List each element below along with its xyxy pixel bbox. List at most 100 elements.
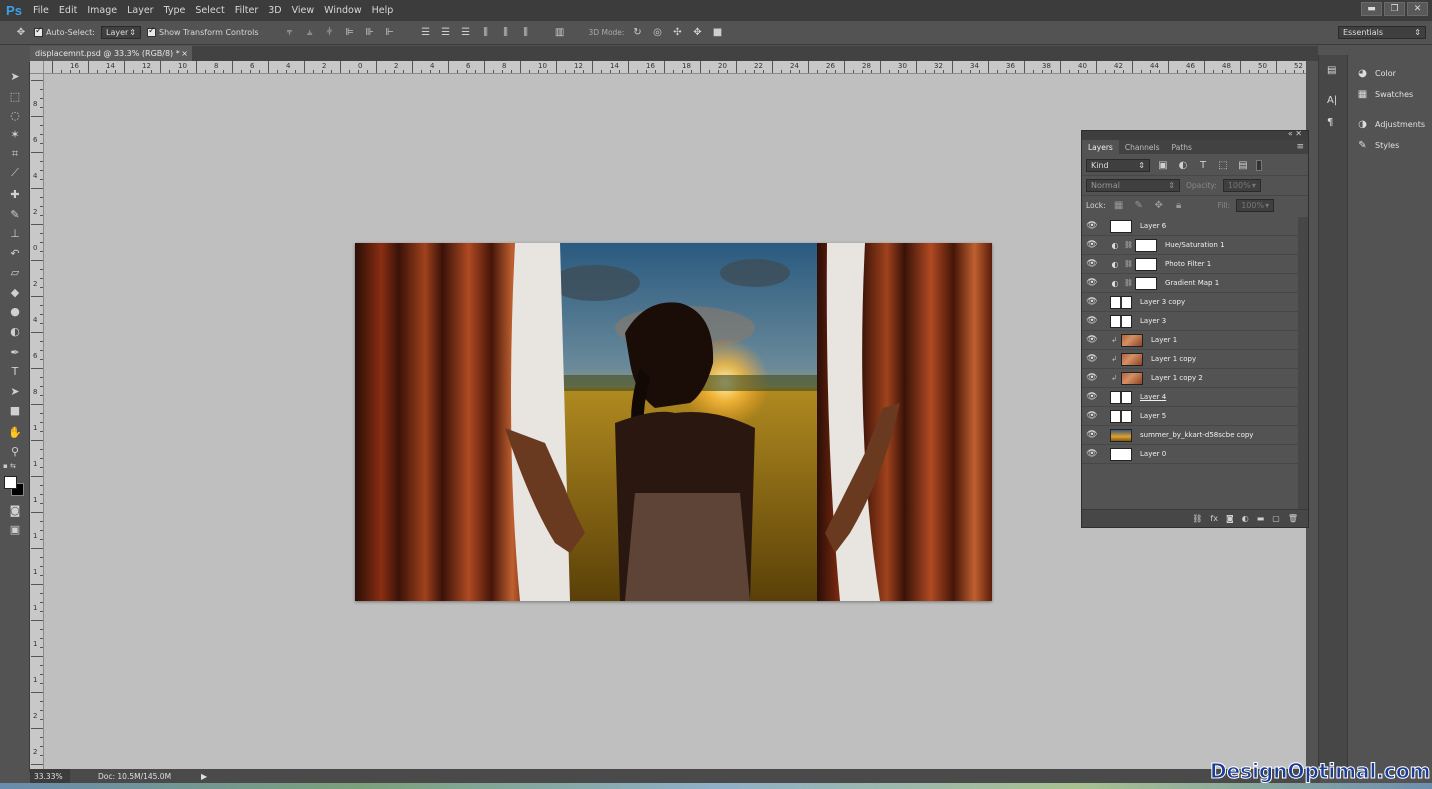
add-mask-icon[interactable]: ◙ xyxy=(1226,514,1234,523)
workspace-dropdown[interactable]: Essentials ⇕ xyxy=(1338,26,1426,39)
link-layers-icon[interactable]: ⛓︎ xyxy=(1192,514,1202,523)
status-menu-arrow-icon[interactable]: ▶ xyxy=(201,772,207,781)
close-button[interactable]: ✕ xyxy=(1407,2,1428,16)
menu-help[interactable]: Help xyxy=(367,5,399,16)
move-tool-icon[interactable]: ➤ xyxy=(6,68,24,84)
panel-menu-icon[interactable]: ≡ xyxy=(1296,140,1308,154)
clone-stamp-tool-icon[interactable]: ⊥ xyxy=(6,225,24,241)
distribute-vcenter-icon[interactable]: ☰ xyxy=(439,26,453,40)
auto-align-icon[interactable]: ▥ xyxy=(553,26,567,40)
menu-edit[interactable]: Edit xyxy=(54,5,82,16)
layer-row[interactable]: 👁︎ ↲ Layer 1 xyxy=(1082,331,1298,350)
healing-brush-tool-icon[interactable]: ✚ xyxy=(6,186,24,202)
lasso-tool-icon[interactable]: ◌ xyxy=(6,107,24,123)
eraser-tool-icon[interactable]: ▱ xyxy=(6,264,24,280)
pen-tool-icon[interactable]: ✒ xyxy=(6,344,24,360)
visibility-eye-icon[interactable]: 👁︎ xyxy=(1082,449,1102,459)
3d-rotate-icon[interactable]: ↻ xyxy=(630,26,644,40)
mask-link-icon[interactable]: ⛓︎ xyxy=(1124,260,1133,268)
align-vcenter-icon[interactable]: ⫨ xyxy=(303,26,317,40)
tab-paths[interactable]: Paths xyxy=(1166,140,1198,154)
quick-mask-icon[interactable]: ◙ xyxy=(6,502,24,518)
type-tool-icon[interactable]: T xyxy=(6,363,24,379)
restore-button[interactable]: ❐ xyxy=(1384,2,1405,16)
visibility-eye-icon[interactable]: 👁︎ xyxy=(1082,354,1102,364)
layer-row[interactable]: 👁︎ Layer 6 xyxy=(1082,217,1298,236)
lock-all-icon[interactable]: 🔒︎ xyxy=(1172,199,1186,213)
layers-scrollbar[interactable] xyxy=(1298,217,1308,509)
menu-filter[interactable]: Filter xyxy=(230,5,264,16)
character-panel-icon[interactable]: A| xyxy=(1327,95,1341,109)
hand-tool-icon[interactable]: ✋ xyxy=(6,424,24,440)
paint-bucket-tool-icon[interactable]: ◆ xyxy=(6,284,24,300)
layer-row[interactable]: 👁︎ Layer 4 xyxy=(1082,388,1298,407)
filter-smart-object-icon[interactable]: ▤ xyxy=(1236,158,1250,172)
tab-layers[interactable]: Layers xyxy=(1082,140,1119,154)
dodge-tool-icon[interactable]: ◐ xyxy=(6,323,24,339)
filter-toggle-switch[interactable] xyxy=(1256,159,1262,171)
menu-window[interactable]: Window xyxy=(319,5,366,16)
align-hcenter-icon[interactable]: ⊪ xyxy=(363,26,377,40)
dock-item-adjustments[interactable]: ◑ Adjustments xyxy=(1356,118,1425,131)
layer-row[interactable]: 👁︎ ↲ Layer 1 copy 2 xyxy=(1082,369,1298,388)
3d-scale-icon[interactable]: ■ xyxy=(710,26,724,40)
lock-image-icon[interactable]: ✎ xyxy=(1132,199,1146,213)
filter-shape-icon[interactable]: ⬚ xyxy=(1216,158,1230,172)
swap-colors-icon[interactable]: ▪ ⇆ xyxy=(3,462,27,470)
horizontal-ruler[interactable]: 16 14 12 10 8 6 4 2 0 2 4 6 8 10 12 14 16 18 20 22 24 26 28 30 3… xyxy=(44,61,1306,74)
auto-select-checkbox[interactable]: Auto-Select: xyxy=(34,26,95,37)
lock-position-icon[interactable]: ✥ xyxy=(1152,199,1166,213)
menu-layer[interactable]: Layer xyxy=(122,5,159,16)
menu-3d[interactable]: 3D xyxy=(263,5,286,16)
distribute-right-icon[interactable]: ⫼ xyxy=(519,26,533,40)
layers-panel-titlebar[interactable]: « ✕ xyxy=(1082,129,1308,140)
menu-image[interactable]: Image xyxy=(82,5,122,16)
menu-type[interactable]: Type xyxy=(159,5,191,16)
close-tab-icon[interactable]: × xyxy=(181,49,188,58)
layer-row[interactable]: 👁︎ summer_by_kkart-d58scbe copy xyxy=(1082,426,1298,445)
opacity-input[interactable]: 100% ▾ xyxy=(1222,179,1261,192)
visibility-eye-icon[interactable]: 👁︎ xyxy=(1082,411,1102,421)
visibility-eye-icon[interactable]: 👁︎ xyxy=(1082,430,1102,440)
dock-item-styles[interactable]: ✎ Styles xyxy=(1356,139,1399,152)
layer-row[interactable]: 👁︎ Layer 3 xyxy=(1082,312,1298,331)
menu-select[interactable]: Select xyxy=(190,5,229,16)
history-brush-tool-icon[interactable]: ↶ xyxy=(6,245,24,261)
document-tab[interactable]: displacemnt.psd @ 33.3% (RGB/8) * × xyxy=(30,46,192,61)
visibility-eye-icon[interactable]: 👁︎ xyxy=(1082,240,1102,250)
align-top-icon[interactable]: ⫧ xyxy=(283,26,297,40)
align-right-icon[interactable]: ⊩ xyxy=(383,26,397,40)
distribute-hcenter-icon[interactable]: ⫼ xyxy=(499,26,513,40)
paragraph-panel-icon[interactable]: ¶ xyxy=(1327,117,1341,131)
eyedropper-tool-icon[interactable]: ⟋ xyxy=(6,165,24,181)
blend-mode-dropdown[interactable]: Normal ⇕ xyxy=(1086,179,1180,192)
menu-view[interactable]: View xyxy=(287,5,320,16)
add-layer-style-icon[interactable]: fx xyxy=(1210,514,1218,523)
delete-layer-icon[interactable]: 🗑︎ xyxy=(1288,514,1298,523)
magic-wand-tool-icon[interactable]: ✶ xyxy=(6,126,24,142)
layer-row[interactable]: 👁︎ Layer 0 xyxy=(1082,445,1298,464)
layer-row[interactable]: 👁︎ Layer 5 xyxy=(1082,407,1298,426)
history-panel-icon[interactable]: ▤ xyxy=(1327,65,1341,79)
fill-input[interactable]: 100% ▾ xyxy=(1236,199,1275,212)
show-transform-checkbox[interactable]: Show Transform Controls xyxy=(146,26,259,37)
lock-transparent-icon[interactable]: ▦ xyxy=(1112,199,1126,213)
crop-tool-icon[interactable]: ⌗ xyxy=(6,146,24,162)
collapse-panel-icon[interactable]: « ✕ xyxy=(1288,129,1302,138)
layer-row[interactable]: 👁︎ ◐ ⛓︎ Gradient Map 1 xyxy=(1082,274,1298,293)
move-tool-preset-icon[interactable]: ✥ xyxy=(14,26,28,40)
path-selection-tool-icon[interactable]: ➤ xyxy=(6,383,24,399)
distribute-top-icon[interactable]: ☰ xyxy=(419,26,433,40)
visibility-eye-icon[interactable]: 👁︎ xyxy=(1082,259,1102,269)
mask-link-icon[interactable]: ⛓︎ xyxy=(1124,241,1133,249)
tab-channels[interactable]: Channels xyxy=(1119,140,1166,154)
auto-select-target-dropdown[interactable]: Layer ⇕ xyxy=(100,26,141,39)
marquee-tool-icon[interactable]: ⬚ xyxy=(6,88,24,104)
visibility-eye-icon[interactable]: 👁︎ xyxy=(1082,335,1102,345)
visibility-eye-icon[interactable]: 👁︎ xyxy=(1082,392,1102,402)
brush-tool-icon[interactable]: ✎ xyxy=(6,206,24,222)
ruler-origin[interactable] xyxy=(30,61,44,74)
foreground-color-swatch[interactable] xyxy=(4,476,17,489)
dock-item-color[interactable]: ◕ Color xyxy=(1356,67,1396,80)
3d-slide-icon[interactable]: ✥ xyxy=(690,26,704,40)
